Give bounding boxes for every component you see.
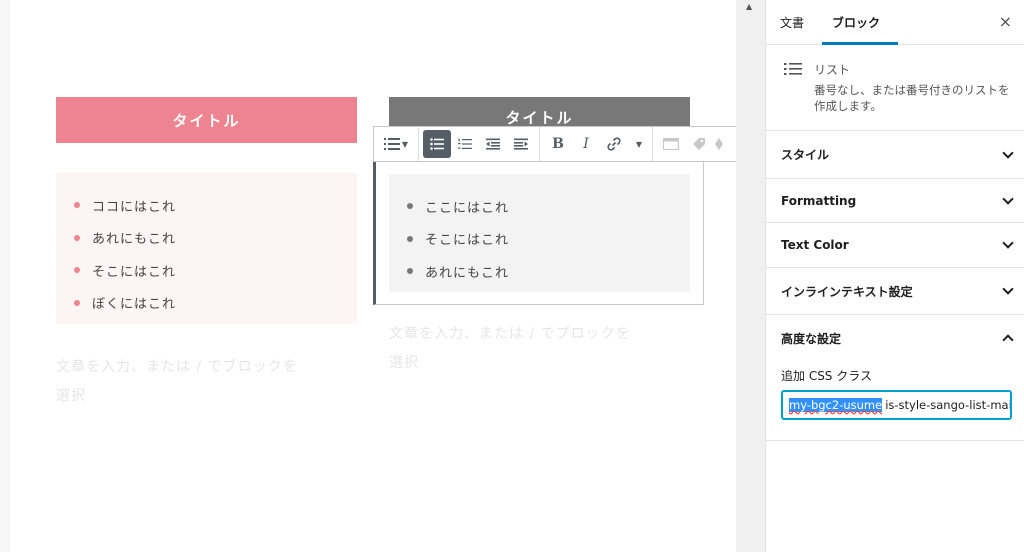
box-button[interactable] [657, 130, 685, 158]
unordered-list-icon [430, 138, 444, 150]
link-button[interactable] [600, 130, 628, 158]
ordered-list-icon [458, 138, 472, 149]
list-item[interactable]: ぼくにはこれ [74, 287, 357, 320]
extra-format-group [653, 127, 729, 161]
list-item[interactable]: そこにはこれ [74, 254, 357, 287]
panel-title: Formatting [781, 193, 857, 208]
block-info-card: リスト 番号なし、または番号付きのリストを作成します。 [766, 45, 1024, 131]
list-item[interactable]: ココにはこれ [74, 189, 357, 222]
left-paragraph-placeholder[interactable]: 文章を入力、または / でブロックを 選択 [56, 353, 326, 411]
more-format-button[interactable]: ▼ [628, 130, 648, 158]
list-icon [784, 61, 802, 116]
outdent-icon [486, 138, 500, 150]
panel-formatting[interactable]: Formatting [766, 179, 1024, 223]
settings-sidebar: 文書 ブロック × リスト 番号なし、または番号付きのリストを作成します。 スタ… [765, 0, 1024, 552]
css-class-label: 追加 CSS クラス [781, 369, 873, 383]
link-icon [607, 137, 621, 151]
panel-title: インラインテキスト設定 [781, 284, 913, 299]
overflow-button[interactable] [713, 130, 725, 158]
panel-inline-text[interactable]: インラインテキスト設定 [766, 268, 1024, 315]
left-list-block[interactable]: ココにはこれ あれにもこれ そこにはこれ ぼくにはこれ [56, 173, 357, 324]
panel-title: 高度な設定 [781, 331, 842, 346]
tag-button[interactable] [685, 130, 713, 158]
right-title-bar[interactable]: タイトル [389, 97, 690, 127]
diamond-icon [715, 138, 723, 150]
bold-button[interactable]: B [544, 130, 572, 158]
chevron-down-icon [1002, 283, 1014, 295]
tag-icon [693, 138, 705, 150]
block-toolbar: ▼ B I ▼ [373, 126, 745, 162]
outdent-button[interactable] [479, 130, 507, 158]
ordered-list-button[interactable] [451, 130, 479, 158]
bullet-icon [74, 299, 80, 306]
box-icon [663, 138, 679, 150]
block-name: リスト [814, 63, 851, 77]
indent-icon [514, 138, 528, 150]
panel-advanced-header[interactable]: 高度な設定 [766, 315, 1024, 361]
list-item[interactable]: あれにもこれ [74, 222, 357, 255]
scroll-up-arrow-icon[interactable]: ▲ [746, 2, 752, 11]
list-format-group [419, 127, 540, 161]
left-title-bar[interactable]: タイトル [56, 97, 357, 143]
text-format-group: B I ▼ [540, 127, 653, 161]
css-class-input[interactable]: my-bgc2-usume is-style-sango-list-main [781, 390, 1012, 420]
right-paragraph-placeholder[interactable]: 文章を入力、または / でブロックを 選択 [389, 320, 659, 378]
panel-title: Text Color [781, 238, 849, 252]
block-description: 番号なし、または番号付きのリストを作成します。 [814, 83, 1010, 113]
bullet-icon [74, 267, 80, 274]
chevron-down-icon: ▼ [401, 139, 409, 149]
selected-block-outline [373, 160, 704, 305]
chevron-up-icon [1002, 334, 1014, 346]
sidebar-tabs: 文書 ブロック × [766, 0, 1024, 45]
list-icon [383, 138, 400, 150]
tab-document[interactable]: 文書 [766, 0, 818, 44]
italic-button[interactable]: I [572, 130, 600, 158]
left-column-block[interactable]: タイトル ココにはこれ あれにもこれ そこにはこれ ぼくにはこれ [56, 97, 357, 324]
block-switcher-group: ▼ [374, 127, 419, 161]
bullet-icon [74, 234, 80, 241]
unordered-list-button[interactable] [423, 130, 451, 158]
chevron-down-icon [1002, 146, 1014, 159]
chevron-down-icon: ▼ [635, 139, 643, 149]
panel-advanced: 高度な設定 追加 CSS クラス my-bgc2-usume is-style-… [766, 315, 1024, 441]
bullet-icon [74, 202, 80, 209]
chevron-down-icon [1002, 237, 1014, 249]
indent-button[interactable] [507, 130, 535, 158]
css-selected-text: my-bgc2-usume [789, 398, 883, 412]
css-remaining-text: is-style-sango-list-main [885, 398, 1012, 412]
block-type-button[interactable]: ▼ [378, 130, 414, 158]
tab-block[interactable]: ブロック [818, 0, 899, 45]
editor-scrollbar[interactable]: ▲ [736, 0, 765, 552]
panel-style[interactable]: スタイル [766, 131, 1024, 179]
close-icon[interactable]: × [999, 12, 1012, 31]
panel-title: スタイル [781, 148, 830, 162]
panel-text-color[interactable]: Text Color [766, 223, 1024, 268]
chevron-down-icon [1002, 192, 1014, 205]
